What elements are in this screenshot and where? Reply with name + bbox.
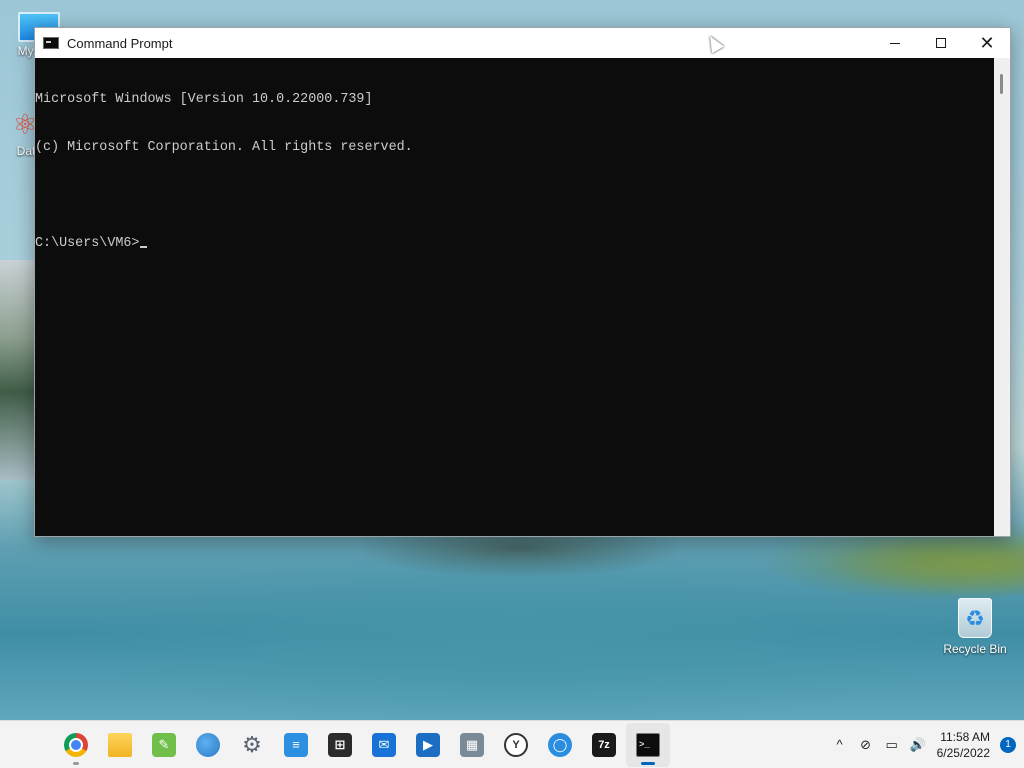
notepad-icon: ≡	[284, 732, 308, 757]
chevron-up-icon: ^	[836, 737, 843, 752]
display-status-button[interactable]: ▭	[879, 732, 905, 758]
mail-icon: ✉	[372, 732, 396, 757]
window-titlebar[interactable]: Command Prompt ✕	[35, 28, 1010, 58]
taskbar-clock-date[interactable]: 11:58 AM 6/25/2022	[937, 729, 990, 761]
clock-time: 11:58 AM	[940, 729, 990, 744]
window-title: Command Prompt	[67, 35, 173, 51]
speaker-icon: 🔊	[909, 736, 926, 752]
taskbar: ✎ ⚙ ≡ ⊞ ✉ ▶ ▦ Y ◯ 7z >_ ^ ⊘ ▭ 🔊 11:58 AM…	[0, 720, 1024, 768]
start-button[interactable]	[10, 723, 54, 767]
scrollbar-thumb[interactable]	[1000, 74, 1003, 94]
globe-icon	[196, 732, 220, 757]
desktop-icon-recycle-bin[interactable]: ♻ Recycle Bin	[940, 598, 1010, 656]
video-play-icon: ▶	[416, 732, 440, 757]
chrome-icon	[64, 732, 88, 757]
notification-badge[interactable]: 1	[1000, 736, 1016, 753]
recycle-bin-icon: ♻	[958, 598, 992, 638]
show-hidden-icons-button[interactable]: ^	[827, 732, 853, 758]
minimize-button[interactable]	[872, 28, 918, 58]
text-cursor	[140, 246, 148, 248]
terminal-icon: >_	[636, 732, 660, 757]
console-prompt-line[interactable]: C:\Users\VM6>	[35, 236, 995, 252]
clock-date: 6/25/2022	[936, 745, 990, 760]
taskbar-chrome[interactable]	[54, 723, 98, 767]
taskbar-file-explorer[interactable]	[98, 723, 142, 767]
clock-icon: Y	[504, 732, 528, 757]
vertical-scrollbar[interactable]	[994, 58, 1010, 536]
windows-start-icon	[20, 733, 44, 757]
console-line: Microsoft Windows [Version 10.0.22000.73…	[35, 92, 373, 107]
taskbar-notepad[interactable]: ≡	[274, 723, 318, 767]
taskbar-apps: ✎ ⚙ ≡ ⊞ ✉ ▶ ▦ Y ◯ 7z >_	[10, 722, 670, 767]
taskbar-mail[interactable]: ✉	[362, 723, 406, 767]
network-off-icon: ⊘	[860, 736, 872, 752]
taskbar-sticky-notes[interactable]: ✎	[142, 723, 186, 767]
folder-icon	[108, 732, 132, 757]
display-icon: ▭	[885, 736, 898, 752]
console-prompt: C:\Users\VM6>	[35, 236, 140, 251]
lightbulb-icon: ◯	[548, 732, 572, 757]
maximize-button[interactable]	[918, 28, 964, 58]
close-button[interactable]: ✕	[964, 28, 1010, 58]
taskbar-store[interactable]: ⊞	[318, 723, 362, 767]
terminal-icon	[43, 37, 59, 49]
taskbar-video[interactable]: ▶	[406, 723, 450, 767]
desktop-icon-label: Recycle Bin	[943, 642, 1007, 656]
taskbar-tips[interactable]: ◯	[538, 723, 582, 767]
taskbar-7zip[interactable]: 7z	[582, 723, 626, 767]
maximize-icon	[936, 38, 946, 48]
taskbar-command-prompt[interactable]: >_	[626, 722, 670, 767]
notes-pen-icon: ✎	[152, 732, 176, 757]
wallpaper-shore	[824, 535, 1024, 605]
network-status-button[interactable]: ⊘	[853, 732, 879, 758]
store-bag-icon: ⊞	[328, 732, 352, 757]
close-icon: ✕	[979, 32, 995, 53]
calculator-icon: ▦	[460, 732, 484, 757]
taskbar-clock[interactable]: Y	[494, 723, 538, 767]
command-prompt-window[interactable]: Command Prompt ✕ Microsoft Windows [Vers…	[34, 27, 1011, 537]
7zip-icon: 7z	[592, 732, 616, 757]
taskbar-settings[interactable]: ⚙	[230, 723, 274, 767]
volume-button[interactable]: 🔊	[905, 732, 931, 758]
console-line: (c) Microsoft Corporation. All rights re…	[35, 140, 413, 155]
minimize-icon	[890, 42, 900, 44]
taskbar-calculator[interactable]: ▦	[450, 723, 494, 767]
taskbar-maps[interactable]	[186, 723, 230, 767]
system-tray: ^ ⊘ ▭ 🔊 11:58 AM 6/25/2022 1	[827, 721, 1024, 768]
gear-icon: ⚙	[242, 731, 262, 757]
console-output[interactable]: Microsoft Windows [Version 10.0.22000.73…	[35, 58, 995, 536]
